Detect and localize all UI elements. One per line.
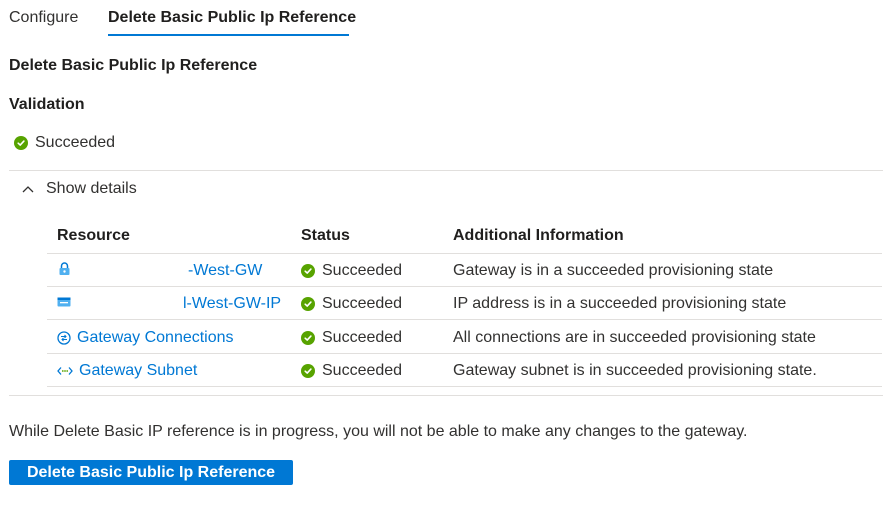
tab-configure[interactable]: Configure bbox=[9, 9, 78, 27]
row-info: All connections are in succeeded provisi… bbox=[453, 329, 816, 346]
show-details-label: Show details bbox=[46, 180, 137, 197]
row-info: IP address is in a succeeded provisionin… bbox=[453, 295, 787, 312]
column-header-status: Status bbox=[301, 227, 350, 244]
column-header-additional-information: Additional Information bbox=[453, 227, 624, 244]
row-status: Succeeded bbox=[301, 295, 402, 313]
resource-link-west-gw[interactable]: -West-GW bbox=[188, 262, 262, 280]
row-status-text: Succeeded bbox=[322, 262, 403, 279]
show-details-toggle[interactable]: Show details bbox=[20, 180, 137, 198]
table-row: Gateway Subnet bbox=[57, 362, 197, 380]
active-tab-indicator bbox=[108, 34, 349, 36]
column-header-resource: Resource bbox=[57, 227, 130, 244]
progress-notice: While Delete Basic IP reference is in pr… bbox=[9, 423, 748, 440]
tab-delete-basic-public-ip-reference[interactable]: Delete Basic Public Ip Reference bbox=[108, 9, 356, 27]
table-row bbox=[57, 295, 77, 309]
success-check-icon bbox=[301, 297, 315, 311]
public-ip-icon bbox=[57, 295, 71, 309]
gateway-lock-icon bbox=[57, 262, 71, 276]
subnet-icon bbox=[57, 364, 73, 378]
row-status-text: Succeeded bbox=[322, 329, 403, 346]
row-status: Succeeded bbox=[301, 262, 402, 280]
row-info: Gateway subnet is in succeeded provision… bbox=[453, 362, 817, 379]
row-divider bbox=[47, 386, 882, 387]
section-title: Delete Basic Public Ip Reference bbox=[9, 57, 258, 74]
table-row: Gateway Connections bbox=[57, 329, 234, 347]
success-check-icon bbox=[301, 331, 315, 345]
success-check-icon bbox=[301, 264, 315, 278]
chevron-up-icon bbox=[20, 181, 36, 197]
resource-link-west-gw-ip[interactable]: l-West-GW-IP bbox=[183, 295, 281, 313]
row-status: Succeeded bbox=[301, 362, 402, 380]
divider bbox=[9, 395, 883, 396]
resource-link-gateway-subnet[interactable]: Gateway Subnet bbox=[79, 362, 197, 380]
row-divider bbox=[47, 319, 882, 320]
success-check-icon bbox=[301, 364, 315, 378]
table-header-divider bbox=[47, 253, 882, 254]
row-status-text: Succeeded bbox=[322, 362, 403, 379]
row-divider bbox=[47, 353, 882, 354]
row-info: Gateway is in a succeeded provisioning s… bbox=[453, 262, 774, 279]
row-status-text: Succeeded bbox=[322, 295, 403, 312]
connections-icon bbox=[57, 331, 71, 345]
table-row bbox=[57, 262, 77, 276]
divider bbox=[9, 170, 883, 171]
validation-status: Succeeded bbox=[14, 134, 115, 152]
resource-link-gateway-connections[interactable]: Gateway Connections bbox=[77, 329, 234, 347]
success-check-icon bbox=[14, 136, 28, 150]
row-status: Succeeded bbox=[301, 329, 402, 347]
validation-heading: Validation bbox=[9, 96, 85, 113]
row-divider bbox=[47, 286, 882, 287]
delete-basic-public-ip-reference-button[interactable]: Delete Basic Public Ip Reference bbox=[9, 460, 293, 485]
validation-status-text: Succeeded bbox=[35, 134, 116, 151]
